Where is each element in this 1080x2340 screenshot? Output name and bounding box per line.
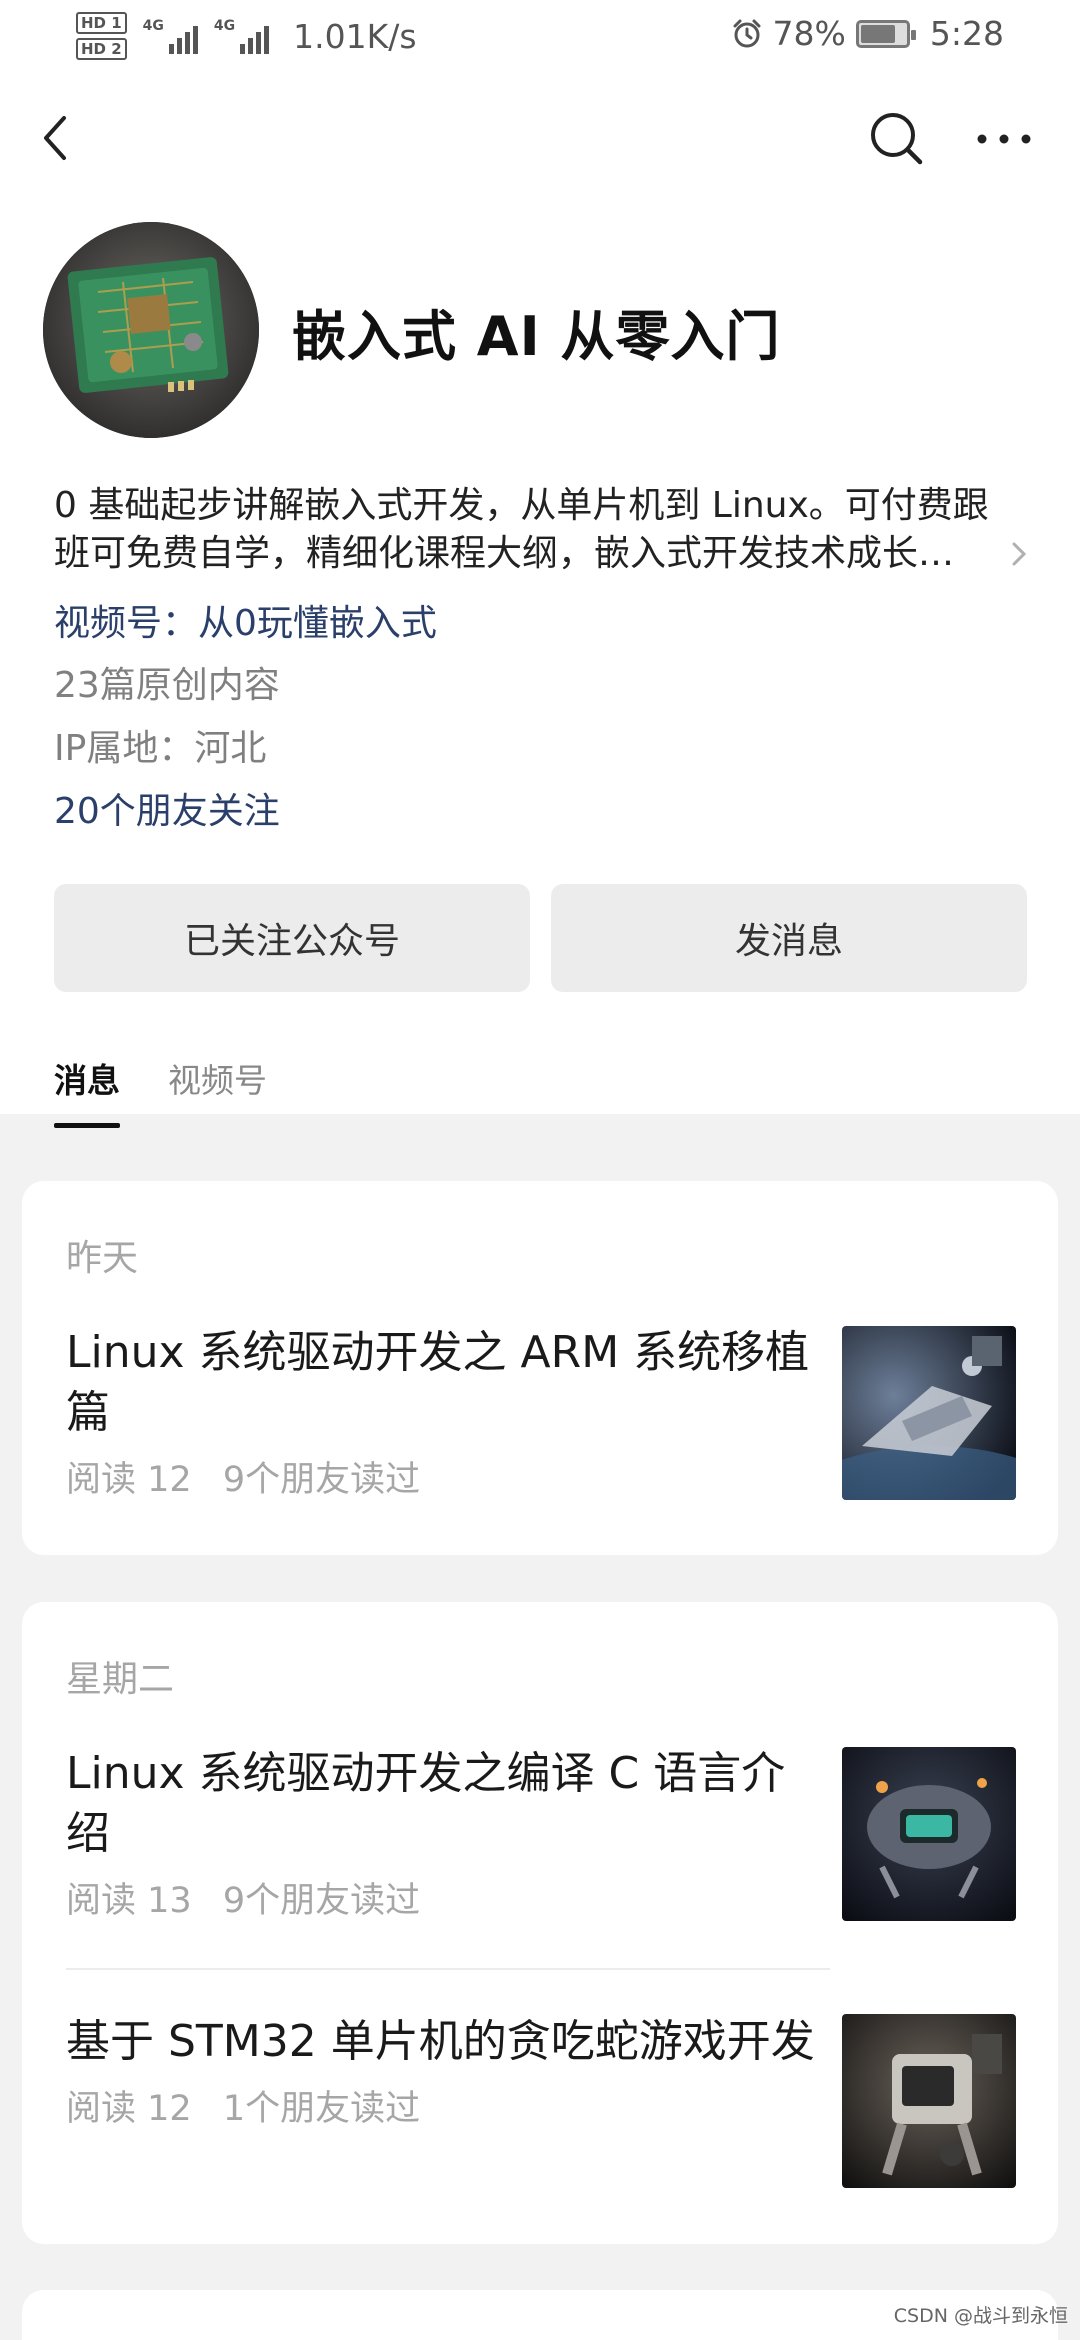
original-count: 23篇原创内容	[54, 665, 280, 706]
signal-1-icon: 4G	[143, 18, 198, 54]
article-title: Linux 系统驱动开发之编译 C 语言介绍	[66, 1748, 786, 1859]
hd2-badge: HD 2	[76, 38, 127, 60]
signal-2-label: 4G	[213, 18, 236, 34]
battery-level-fill	[860, 24, 895, 43]
account-name: 嵌入式 AI 从零入门	[292, 305, 781, 368]
spaceship-image	[842, 1326, 1016, 1500]
more-dots-icon[interactable]	[972, 108, 1036, 168]
article-title: Linux 系统驱动开发之 ARM 系统移植篇	[66, 1327, 810, 1438]
account-description[interactable]: 0 基础起步讲解嵌入式开发，从单片机到 Linux。可付费跟 班可免费自学，精细…	[54, 482, 1030, 578]
tab-channels[interactable]: 视频号	[168, 1054, 267, 1128]
account-avatar[interactable]	[43, 222, 259, 438]
hd1-badge: HD 1	[76, 12, 127, 34]
feed-day-label: 星期二	[66, 1659, 175, 1700]
description-line-1: 0 基础起步讲解嵌入式开发，从单片机到 Linux。可付费跟	[54, 485, 989, 526]
followed-button[interactable]: 已关注公众号	[54, 884, 530, 992]
chevron-right-icon	[1012, 542, 1027, 566]
alarm-clock-icon	[733, 19, 761, 47]
article-reads: 阅读 12	[66, 2089, 192, 2129]
article-title: 基于 STM32 单片机的贪吃蛇游戏开发	[66, 2016, 815, 2067]
search-icon[interactable]	[868, 108, 924, 168]
article-friends-read: 1个朋友读过	[222, 2089, 421, 2129]
channel-link[interactable]: 视频号：从0玩懂嵌入式	[54, 594, 437, 646]
robot-drone-image	[842, 1747, 1016, 1921]
battery-percent: 78%	[772, 14, 846, 53]
signal-1-label: 4G	[142, 18, 164, 34]
network-speed: 1.01K/s	[293, 16, 417, 56]
ip-location: IP属地：河北	[54, 728, 267, 769]
article-thumbnail[interactable]	[842, 2014, 1016, 2188]
feed-day-label: 昨天	[66, 1238, 139, 1279]
friends-following-link[interactable]: 20个朋友关注	[54, 782, 280, 834]
content-tabs: 消息 视频号	[54, 1054, 267, 1128]
article-friends-read: 9个朋友读过	[222, 1460, 421, 1500]
battery-icon	[855, 19, 916, 48]
article-divider	[66, 1968, 830, 1970]
hd-indicators: HD 1 HD 2	[76, 12, 127, 60]
article-thumbnail[interactable]	[842, 1747, 1016, 1921]
article-friends-read: 9个朋友读过	[222, 1881, 421, 1921]
description-line-2: 班可免费自学，精细化课程大纲，嵌入式开发技术成长…	[54, 533, 955, 574]
feed-card: 昨天 Linux 系统驱动开发之 ARM 系统移植篇 阅读 12 9个朋友读过	[22, 1181, 1058, 1555]
article-reads: 阅读 13	[66, 1881, 192, 1921]
article-item[interactable]: Linux 系统驱动开发之编译 C 语言介绍 阅读 13 9个朋友读过	[66, 1744, 826, 1923]
feed-card: 星期二 Linux 系统驱动开发之编译 C 语言介绍 阅读 13 9个朋友读过 …	[22, 1602, 1058, 2244]
circuit-board-image	[43, 222, 259, 438]
article-item[interactable]: Linux 系统驱动开发之 ARM 系统移植篇 阅读 12 9个朋友读过	[66, 1323, 826, 1502]
article-reads: 阅读 12	[66, 1460, 192, 1500]
article-item[interactable]: 基于 STM32 单片机的贪吃蛇游戏开发 阅读 12 1个朋友读过	[66, 2012, 826, 2131]
signal-2-icon: 4G	[213, 18, 270, 54]
status-bar: HD 1 HD 2 4G 4G 1.01K/s 78% 5:28	[0, 0, 1080, 72]
watermark: CSDN @战斗到永恒	[893, 2305, 1068, 2327]
tab-messages[interactable]: 消息	[54, 1054, 120, 1128]
mech-robot-image	[842, 2014, 1016, 2188]
article-thumbnail[interactable]	[842, 1326, 1016, 1500]
send-message-button[interactable]: 发消息	[551, 884, 1027, 992]
chevron-left-icon[interactable]	[36, 108, 76, 168]
clock-time: 5:28	[929, 14, 1004, 53]
